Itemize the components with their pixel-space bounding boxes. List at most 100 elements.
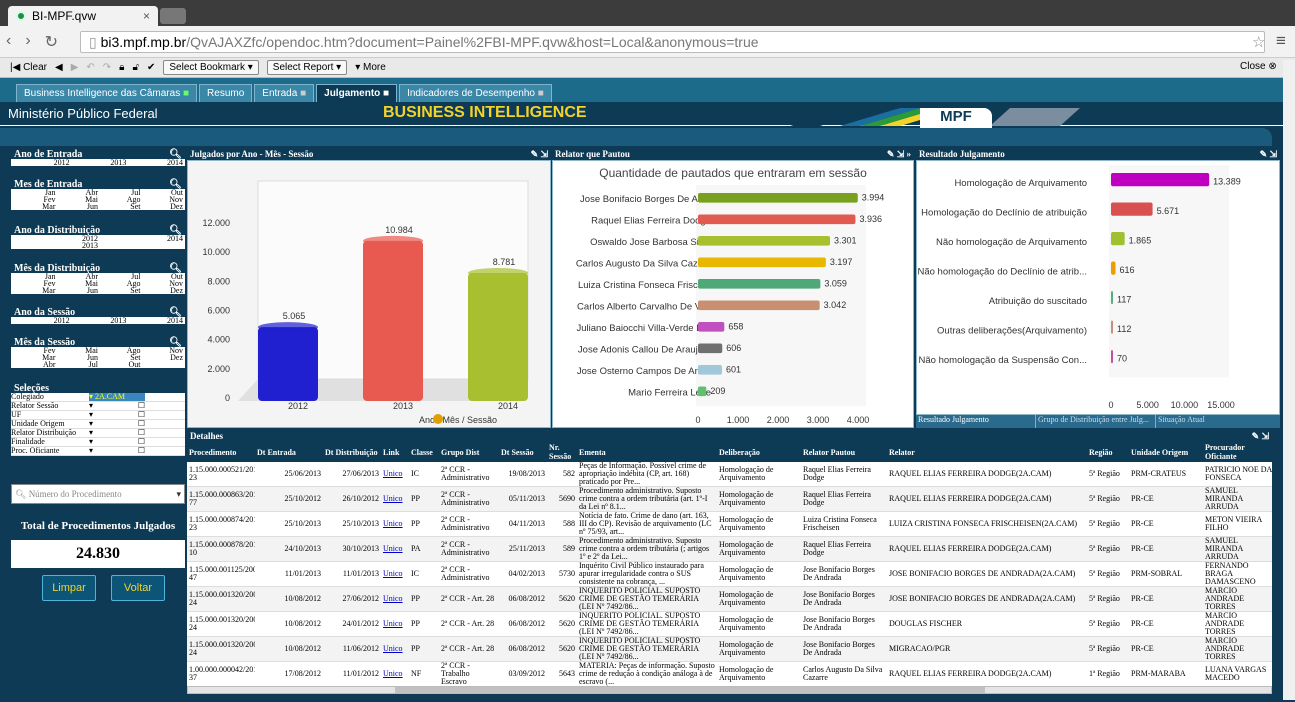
filter-value[interactable]: Dez — [141, 354, 183, 362]
table-cell[interactable]: Unico — [381, 661, 409, 687]
filter-value[interactable]: Abr — [13, 361, 55, 369]
forward-selection-icon[interactable]: ▶ — [71, 62, 79, 73]
edit-icon[interactable]: ✎ ⇲ » — [887, 148, 911, 160]
close-button[interactable]: Close ⊗ — [1240, 61, 1277, 72]
reload-icon[interactable]: ↻ — [45, 32, 58, 52]
search-icon[interactable]: 🔍︎ — [169, 179, 182, 190]
tab-indicadores[interactable]: Indicadores de Desempenho ■ — [399, 84, 552, 102]
filter-value[interactable]: 2014 — [98, 235, 183, 243]
filter-value[interactable]: 2013 — [70, 317, 126, 325]
filter-value[interactable]: 2014 — [126, 159, 183, 167]
table-cell[interactable]: Unico — [381, 511, 409, 537]
column-header[interactable]: Ementa — [577, 442, 717, 462]
edit-icon[interactable]: ✎ ⇲ — [531, 148, 548, 160]
scrollbar-thumb[interactable] — [395, 687, 985, 693]
selection-row[interactable]: Relator Sessão ▾ ☐ — [11, 402, 185, 411]
table-row[interactable]: 1.15.000.000521/2013-2325/06/201327/06/2… — [187, 462, 1272, 487]
table-row[interactable]: 1.15.000.001320/2002-2410/08/201227/06/2… — [187, 586, 1272, 612]
column-header[interactable]: Procedimento — [187, 442, 255, 462]
selection-row[interactable]: Proc. Oficiante ▾ ☐ — [11, 447, 185, 456]
check-icon[interactable]: ✔ — [147, 62, 155, 73]
tab-entrada[interactable]: Entrada ■ — [254, 84, 315, 102]
search-icon[interactable]: 🔍︎ — [169, 263, 182, 274]
search-icon[interactable]: 🔍︎ — [169, 337, 182, 348]
column-header[interactable]: Relator Pautou — [801, 442, 887, 462]
column-header[interactable]: Link — [381, 442, 409, 462]
column-header[interactable]: Unidade Origem — [1129, 442, 1203, 462]
limpar-button[interactable]: Limpar — [42, 575, 96, 601]
column-header[interactable]: Classe — [409, 442, 439, 462]
filter-value[interactable]: Dez — [141, 203, 183, 211]
column-header[interactable]: Dt Sessão — [499, 442, 547, 462]
column-header[interactable]: Grupo Dist — [439, 442, 499, 462]
filter-value[interactable]: Set — [98, 287, 140, 295]
search-icon[interactable]: 🔍︎ — [169, 225, 182, 236]
filter-value[interactable]: Mar — [13, 203, 55, 211]
new-tab-button[interactable] — [160, 8, 186, 24]
column-header[interactable]: Relator — [887, 442, 1087, 462]
table-row[interactable]: 1.15.000.000863/2013-7725/10/201226/10/2… — [187, 486, 1272, 512]
filter-value[interactable]: 2012 — [13, 159, 70, 167]
table-cell[interactable]: Unico — [381, 462, 409, 487]
filter-value[interactable]: Jun — [56, 287, 98, 295]
table-cell[interactable]: Unico — [381, 561, 409, 587]
edit-icon[interactable]: ✎ ⇲ — [1260, 148, 1277, 160]
tab-business-intelligence[interactable]: Business Intelligence das Câmaras ■ — [16, 84, 198, 102]
edit-icon[interactable]: ✎ ⇲ — [1252, 430, 1269, 442]
result-tab[interactable]: Resultado Julgamento — [916, 415, 1036, 428]
table-row[interactable]: 1.15.000.001320/2002-2410/08/201211/06/2… — [187, 636, 1272, 662]
tab-julgamento[interactable]: Julgamento ■ — [316, 84, 398, 102]
table-cell[interactable]: Unico — [381, 536, 409, 562]
filter-value[interactable] — [141, 361, 184, 368]
result-tab[interactable]: Grupo de Distribuição entre Julg... — [1036, 415, 1156, 428]
table-row[interactable]: 1.15.000.000878/2013-1024/10/201330/10/2… — [187, 536, 1272, 562]
column-header[interactable]: Deliberação — [717, 442, 801, 462]
filter-value[interactable]: Mar — [13, 287, 55, 295]
url-input[interactable]: ▯ bi3.mpf.mp.br/QvAJAXZfc/opendoc.htm?do… — [80, 31, 1265, 53]
table-row[interactable]: 1.15.000.000874/2013-2325/10/201325/10/2… — [187, 511, 1272, 537]
voltar-button[interactable]: Voltar — [111, 575, 165, 601]
filter-value[interactable]: 2013 — [70, 159, 126, 167]
table-row[interactable]: 1.00.000.000042/2012-3717/08/201211/01/2… — [187, 661, 1272, 687]
browser-menu-icon[interactable]: ≡ — [1276, 31, 1286, 51]
filter-value[interactable]: 2013 — [13, 242, 98, 250]
filter-value[interactable]: Set — [98, 203, 140, 211]
table-row[interactable]: 1.15.000.001125/2005-4711/01/201311/01/2… — [187, 561, 1272, 587]
select-report-dropdown[interactable]: Select Report ▾ — [266, 60, 348, 75]
more-menu[interactable]: ▾ More — [355, 62, 386, 73]
filter-value[interactable]: 2014 — [126, 317, 183, 325]
filter-value[interactable]: Jul — [56, 361, 98, 369]
tab-resumo[interactable]: Resumo — [199, 84, 253, 102]
bookmark-star-icon[interactable]: ☆ — [1252, 33, 1265, 51]
redo-icon[interactable]: ↷ — [103, 62, 111, 73]
search-icon[interactable]: 🔍︎ — [169, 307, 182, 318]
table-cell[interactable]: Unico — [381, 486, 409, 512]
table-cell[interactable]: Unico — [381, 611, 409, 637]
lock-icon[interactable]: 🔒︎ — [119, 62, 124, 73]
filter-value[interactable]: Out — [98, 361, 141, 369]
column-header[interactable]: Dt Entrada — [255, 442, 323, 462]
table-cell[interactable]: Unico — [381, 636, 409, 662]
select-bookmark-dropdown[interactable]: Select Bookmark ▾ — [163, 60, 259, 75]
procedure-search-input[interactable]: 🔍︎ Número do Procedimento ▾ — [11, 484, 185, 504]
undo-icon[interactable]: ↶ — [86, 62, 94, 73]
forward-icon[interactable]: › — [25, 32, 30, 52]
column-header[interactable]: Nr. Sessão — [547, 442, 577, 462]
column-header[interactable]: Procurador Oficiante — [1203, 442, 1272, 462]
vertical-scrollbar[interactable] — [1283, 60, 1295, 700]
back-icon[interactable]: ‹ — [6, 32, 11, 52]
table-cell[interactable]: Unico — [381, 586, 409, 612]
filter-value[interactable]: Dez — [141, 287, 183, 295]
close-tab-icon[interactable]: × — [143, 9, 150, 23]
clear-button[interactable]: |◀ Clear — [10, 62, 47, 73]
unlock-icon[interactable]: 🔓︎ — [133, 62, 139, 73]
chevron-down-icon[interactable]: ▾ — [176, 489, 181, 500]
filter-value[interactable]: Jun — [56, 203, 98, 211]
browser-tab[interactable]: BI-MPF.qvw × — [8, 6, 158, 26]
column-header[interactable]: Dt Distribuição — [323, 442, 381, 462]
column-header[interactable]: Região — [1087, 442, 1129, 462]
back-selection-icon[interactable]: ◀ — [55, 62, 63, 73]
table-row[interactable]: 1.15.000.001320/2002-2410/08/201224/01/2… — [187, 611, 1272, 637]
result-tab[interactable]: Situação Atual — [1156, 415, 1276, 428]
search-icon[interactable]: 🔍︎ — [169, 149, 182, 160]
